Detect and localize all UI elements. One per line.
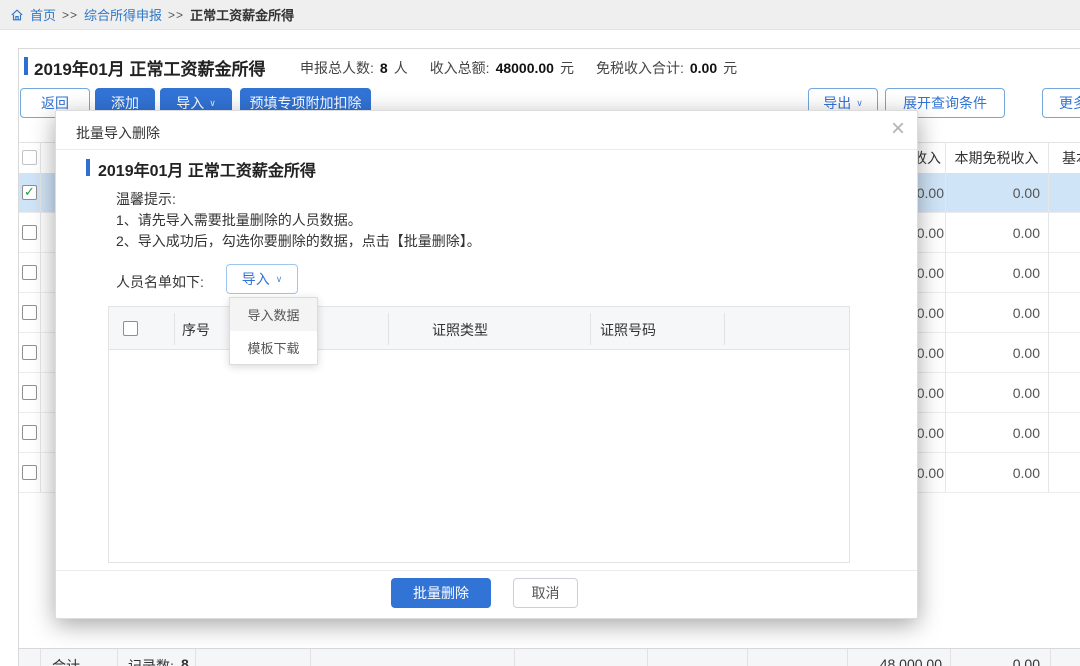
cell-tax-free: 0.00 — [916, 425, 1040, 441]
column-border — [388, 313, 389, 345]
page-stats: 申报总人数: 8 人 收入总额: 48000.00 元 免税收入合计: 0.00… — [300, 58, 737, 78]
dialog-table-body-empty — [108, 350, 850, 563]
cell-tax-free: 0.00 — [916, 465, 1040, 481]
cell-border — [195, 649, 196, 666]
column-border — [174, 313, 175, 345]
row-checkbox[interactable] — [22, 425, 37, 440]
dialog-select-all-checkbox[interactable] — [123, 321, 138, 336]
cell-tax-free: 0.00 — [916, 385, 1040, 401]
cell-tax-free: 0.00 — [916, 225, 1040, 241]
stat-unit: 元 — [560, 58, 574, 78]
dialog-section-title: 2019年01月 正常工资薪金所得 — [98, 157, 316, 181]
breadcrumb: 首页 >> 综合所得申报 >> 正常工资薪金所得 — [0, 0, 1080, 30]
stat-label: 收入总额: — [430, 58, 490, 78]
menu-item-template-download[interactable]: 模板下载 — [230, 331, 317, 364]
cell-tax-free: 0.00 — [916, 345, 1040, 361]
stat-value: 8 — [380, 60, 388, 76]
tip-line-2: 2、导入成功后，勾选你要删除的数据，点击【批量删除】。 — [116, 231, 481, 251]
column-header-id-type: 证照类型 — [432, 320, 488, 340]
more-actions-button[interactable]: 更多操作 — [1042, 88, 1080, 118]
summary-row: 合计 记录数: 8 48,000.00 0.00 — [19, 648, 1080, 666]
dialog-table-header: 序号 证照类型 证照号码 — [108, 306, 850, 350]
cell-border — [310, 649, 311, 666]
batch-delete-button[interactable]: 批量删除 — [391, 578, 491, 608]
title-accent-bar — [24, 57, 28, 75]
divider — [56, 149, 917, 150]
close-icon[interactable]: × — [891, 115, 905, 144]
column-border — [724, 313, 725, 345]
column-border — [590, 313, 591, 345]
card-border — [18, 48, 1080, 49]
section-accent-bar — [86, 159, 90, 176]
cancel-button[interactable]: 取消 — [513, 578, 578, 608]
breadcrumb-level1[interactable]: 综合所得申报 — [84, 5, 162, 24]
dialog-import-dropdown-button[interactable]: 导入 ∨ — [226, 264, 298, 294]
page-title: 2019年01月 正常工资薪金所得 — [34, 55, 265, 80]
cell-border — [647, 649, 648, 666]
import-dropdown-menu: 导入数据 模板下载 — [229, 297, 318, 365]
roster-label: 人员名单如下: — [116, 272, 204, 292]
row-checkbox[interactable] — [22, 465, 37, 480]
row-checkbox[interactable] — [22, 225, 37, 240]
cell-border — [747, 649, 748, 666]
breadcrumb-separator: >> — [168, 8, 184, 22]
dialog-title: 批量导入删除 — [76, 123, 160, 143]
column-header-seq: 序号 — [182, 320, 210, 340]
column-header-tax-free: 本期免税收入 — [945, 148, 1048, 168]
stat-unit: 人 — [394, 58, 408, 78]
breadcrumb-separator: >> — [62, 8, 78, 22]
cell-tax-free: 0.00 — [916, 305, 1040, 321]
divider — [56, 570, 917, 571]
breadcrumb-home[interactable]: 首页 — [30, 5, 56, 24]
summary-total-label: 合计 — [52, 656, 80, 666]
home-icon[interactable] — [10, 8, 24, 22]
stat-value: 0.00 — [690, 60, 717, 76]
stat-value: 48000.00 — [496, 60, 554, 76]
batch-import-delete-dialog: 批量导入删除 × 2019年01月 正常工资薪金所得 温馨提示: 1、请先导入需… — [55, 110, 918, 619]
column-border — [945, 142, 946, 493]
stat-label: 免税收入合计: — [596, 58, 684, 78]
column-header-id-number: 证照号码 — [600, 320, 656, 340]
menu-item-import-data[interactable]: 导入数据 — [230, 298, 317, 331]
row-checkbox[interactable] — [22, 385, 37, 400]
column-border — [40, 142, 41, 493]
cell-border — [1050, 649, 1051, 666]
cell-border — [514, 649, 515, 666]
tip-line-1: 1、请先导入需要批量删除的人员数据。 — [116, 210, 362, 230]
screen: 首页 >> 综合所得申报 >> 正常工资薪金所得 2019年01月 正常工资薪金… — [0, 0, 1080, 666]
cell-tax-free: 0.00 — [916, 185, 1040, 201]
cell-tax-free: 0.00 — [916, 265, 1040, 281]
summary-records-value: 8 — [181, 656, 189, 666]
chevron-down-icon: ∨ — [276, 275, 283, 284]
stat-label: 申报总人数: — [300, 58, 374, 78]
breadcrumb-current: 正常工资薪金所得 — [190, 5, 294, 24]
stat-unit: 元 — [723, 58, 737, 78]
row-checkbox[interactable] — [22, 305, 37, 320]
summary-records-label: 记录数: — [128, 656, 174, 666]
column-border — [1048, 142, 1049, 493]
tips-title: 温馨提示: — [116, 189, 176, 209]
cell-border — [40, 649, 41, 666]
summary-tax-free-total: 0.00 — [916, 656, 1040, 666]
chevron-down-icon: ∨ — [209, 99, 216, 108]
chevron-down-icon: ∨ — [856, 99, 863, 108]
select-all-checkbox[interactable] — [22, 150, 37, 165]
row-checkbox-checked[interactable] — [22, 185, 37, 200]
row-checkbox[interactable] — [22, 345, 37, 360]
row-checkbox[interactable] — [22, 265, 37, 280]
column-header-basic: 基本 — [1062, 148, 1080, 168]
cell-border — [117, 649, 118, 666]
